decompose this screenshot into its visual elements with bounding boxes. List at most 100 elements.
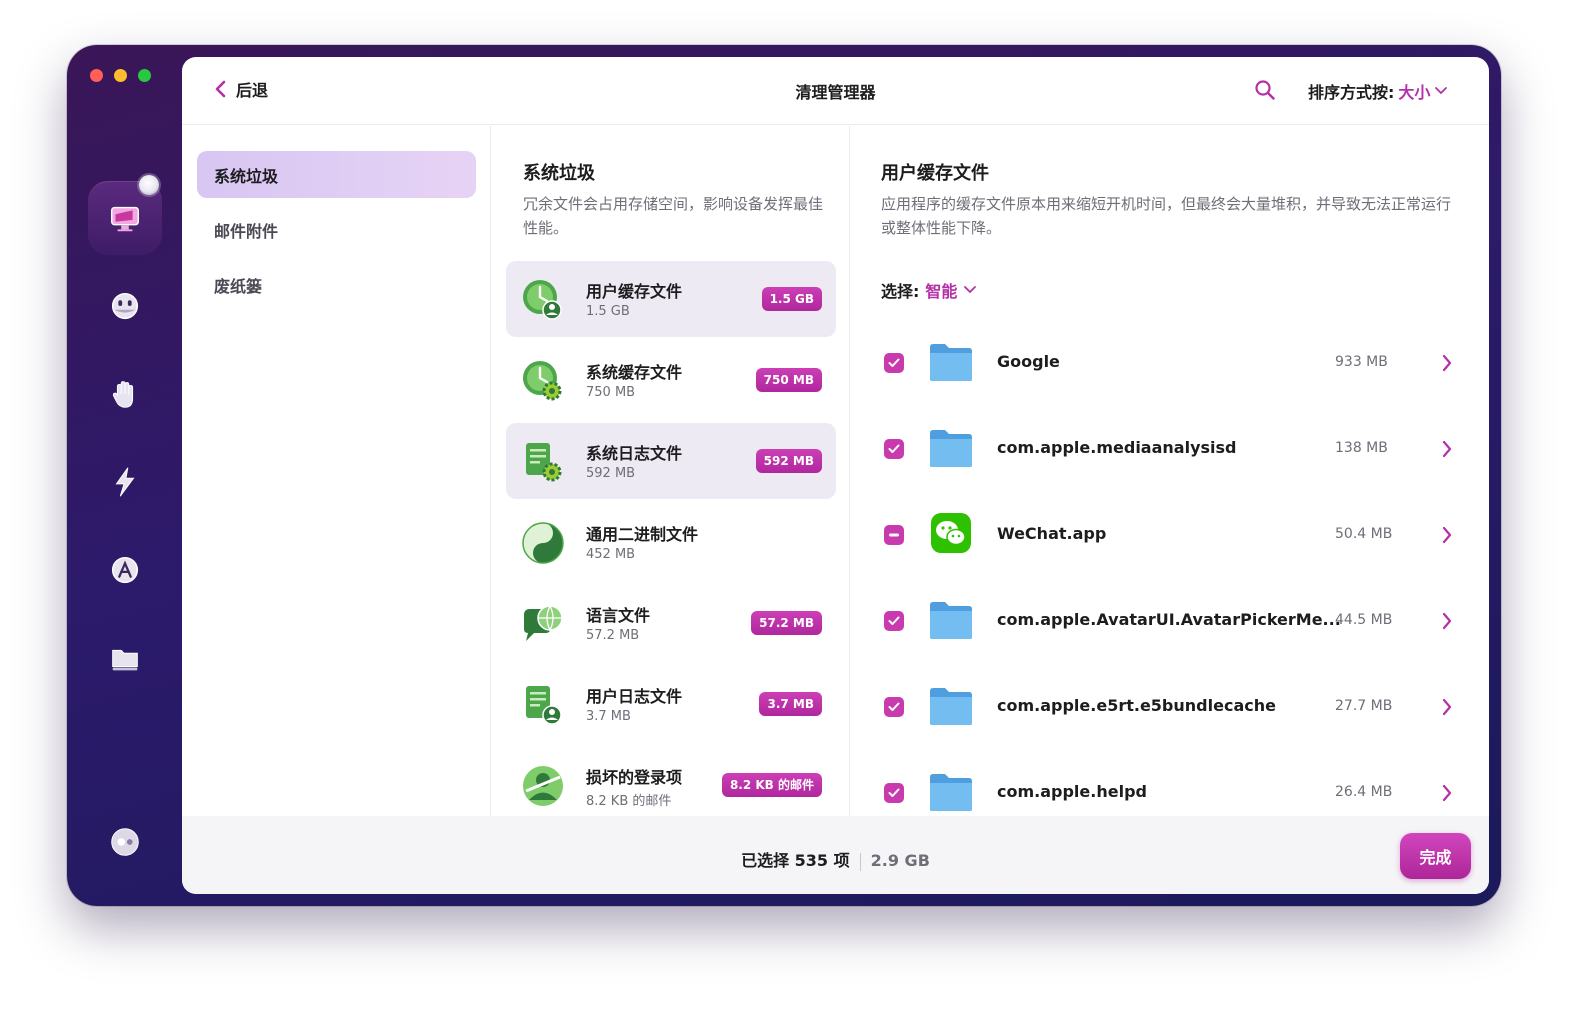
file-checkbox[interactable] <box>884 697 904 717</box>
chevron-right-icon[interactable] <box>1441 439 1453 459</box>
chevron-right-icon[interactable] <box>1441 525 1453 545</box>
folder-icon <box>930 774 972 811</box>
file-size: 44.5 MB <box>1335 612 1393 628</box>
selection-summary: 已选择 535 项 2.9 GB <box>182 847 1489 871</box>
category-item-universal-binaries[interactable]: 通用二进制文件 452 MB <box>506 504 836 580</box>
checkmark-icon <box>888 788 900 797</box>
chevron-left-icon <box>215 80 226 98</box>
category-name: 系统日志文件 <box>586 444 683 463</box>
size-badge: 1.5 GB <box>761 287 822 311</box>
category-section-title: 系统垃圾 <box>523 163 595 184</box>
folder-icon <box>930 602 972 639</box>
assistant-icon[interactable] <box>88 805 162 879</box>
detail-section-description: 应用程序的缓存文件原本用来缩短开机时间，但最终会大量堆积，并导致无法正常运行或整… <box>881 195 1452 237</box>
sidebar-item-mail-attachments[interactable]: 邮件附件 <box>197 206 476 253</box>
category-size: 592 MB <box>586 466 636 481</box>
sidebar-item-trash[interactable]: 废纸篓 <box>197 261 476 308</box>
sort-label: 排序方式按: <box>1308 83 1395 102</box>
universal-binary-icon <box>522 522 564 564</box>
file-size: 27.7 MB <box>1335 698 1393 714</box>
category-item-user-cache[interactable]: 用户缓存文件 1.5 GB 1.5 GB <box>506 261 836 337</box>
category-size: 1.5 GB <box>586 304 630 319</box>
size-badge: 57.2 MB <box>751 611 822 635</box>
file-name: com.apple.e5rt.e5bundlecache <box>997 696 1276 715</box>
file-size: 50.4 MB <box>1335 526 1393 542</box>
file-checkbox[interactable] <box>884 611 904 631</box>
file-row-wechat[interactable]: WeChat.app 50.4 MB <box>851 504 1489 590</box>
file-name: WeChat.app <box>997 524 1107 543</box>
user-cache-icon <box>523 280 562 320</box>
wechat-icon <box>931 513 971 553</box>
category-size: 3.7 MB <box>586 709 631 724</box>
main-panel: 后退 清理管理器 排序方式按: 大小 系统垃圾 邮件附件 废纸篓 系统垃圾 冗余… <box>182 57 1489 894</box>
file-name: com.apple.mediaanalysisd <box>997 438 1237 457</box>
category-item-broken-login-items[interactable]: 损坏的登录项 8.2 KB 的邮件 8.2 KB 的邮件 <box>506 747 836 816</box>
files-folder-icon[interactable] <box>88 621 162 695</box>
app-window: 后退 清理管理器 排序方式按: 大小 系统垃圾 邮件附件 废纸篓 系统垃圾 冗余… <box>67 45 1501 906</box>
footer-bar: 已选择 535 项 2.9 GB 完成 <box>182 816 1489 894</box>
folder-icon <box>930 430 972 467</box>
folder-icon <box>930 688 972 725</box>
category-name: 通用二进制文件 <box>586 525 699 544</box>
category-item-language-files[interactable]: 语言文件 57.2 MB 57.2 MB <box>506 585 836 661</box>
sidebar-item-label: 邮件附件 <box>214 221 279 241</box>
folder-icon <box>930 344 972 381</box>
chevron-right-icon[interactable] <box>1441 353 1453 373</box>
category-size: 452 MB <box>586 547 636 562</box>
chevron-right-icon[interactable] <box>1441 697 1453 717</box>
privacy-hand-icon[interactable] <box>88 357 162 431</box>
file-checkbox[interactable] <box>884 353 904 373</box>
applications-icon[interactable] <box>88 533 162 607</box>
chevron-right-icon[interactable] <box>1441 611 1453 631</box>
category-item-user-logs[interactable]: 用户日志文件 3.7 MB 3.7 MB <box>506 666 836 742</box>
category-item-system-cache[interactable]: 系统缓存文件 750 MB 750 MB <box>506 342 836 418</box>
chevron-down-icon <box>1435 87 1448 95</box>
file-row-avatarui[interactable]: com.apple.AvatarUI.AvatarPickerMe... 44.… <box>851 590 1489 676</box>
checkmark-icon <box>888 444 900 453</box>
page-title: 清理管理器 <box>795 83 876 102</box>
selected-total-size: 2.9 GB <box>870 851 930 870</box>
sidebar-item-system-junk[interactable]: 系统垃圾 <box>197 151 476 198</box>
file-list: 用户缓存文件 应用程序的缓存文件原本用来缩短开机时间，但最终会大量堆积，并导致无… <box>851 126 1489 816</box>
sort-value: 大小 <box>1398 83 1431 102</box>
sort-dropdown[interactable]: 排序方式按: 大小 <box>1308 79 1448 103</box>
chevron-right-icon[interactable] <box>1441 783 1453 803</box>
file-checkbox-partial[interactable] <box>884 525 904 545</box>
size-badge: 8.2 KB 的邮件 <box>721 773 822 797</box>
notification-dot <box>139 175 159 195</box>
system-cache-icon <box>523 361 562 401</box>
system-log-icon <box>526 443 562 482</box>
search-icon <box>1255 80 1275 100</box>
search-button[interactable] <box>1254 79 1276 105</box>
file-row-mediaanalysisd[interactable]: com.apple.mediaanalysisd 138 MB <box>851 418 1489 504</box>
size-badge: 592 MB <box>755 449 822 473</box>
zoom-window-button[interactable] <box>138 69 151 82</box>
done-button[interactable]: 完成 <box>1400 833 1471 879</box>
chevron-down-icon <box>964 286 977 294</box>
back-button[interactable]: 后退 <box>214 77 268 101</box>
minimize-window-button[interactable] <box>114 69 127 82</box>
select-mode-dropdown[interactable]: 选择: 智能 <box>881 278 977 302</box>
file-row-e5bundlecache[interactable]: com.apple.e5rt.e5bundlecache 27.7 MB <box>851 676 1489 762</box>
broken-login-icon <box>523 766 563 806</box>
size-badge: 750 MB <box>755 368 822 392</box>
file-row-helpd[interactable]: com.apple.helpd 26.4 MB <box>851 762 1489 816</box>
speed-bolt-icon[interactable] <box>88 445 162 519</box>
category-item-system-logs[interactable]: 系统日志文件 592 MB 592 MB <box>506 423 836 499</box>
file-row-google[interactable]: Google 933 MB <box>851 332 1489 418</box>
protection-icon[interactable] <box>88 269 162 343</box>
file-checkbox[interactable] <box>884 783 904 803</box>
category-name: 用户日志文件 <box>586 687 683 706</box>
file-checkbox[interactable] <box>884 439 904 459</box>
checkmark-icon <box>888 616 900 625</box>
back-label: 后退 <box>236 81 269 100</box>
category-section-description: 冗余文件会占用存储空间，影响设备发挥最佳性能。 <box>523 195 824 237</box>
select-label: 选择: <box>881 282 920 301</box>
file-size: 26.4 MB <box>1335 784 1393 800</box>
size-badge: 3.7 MB <box>759 692 822 716</box>
checkmark-icon <box>888 358 900 367</box>
file-name: com.apple.helpd <box>997 782 1147 801</box>
category-name: 用户缓存文件 <box>586 282 683 301</box>
close-window-button[interactable] <box>90 69 103 82</box>
category-size: 8.2 KB 的邮件 <box>586 794 672 809</box>
